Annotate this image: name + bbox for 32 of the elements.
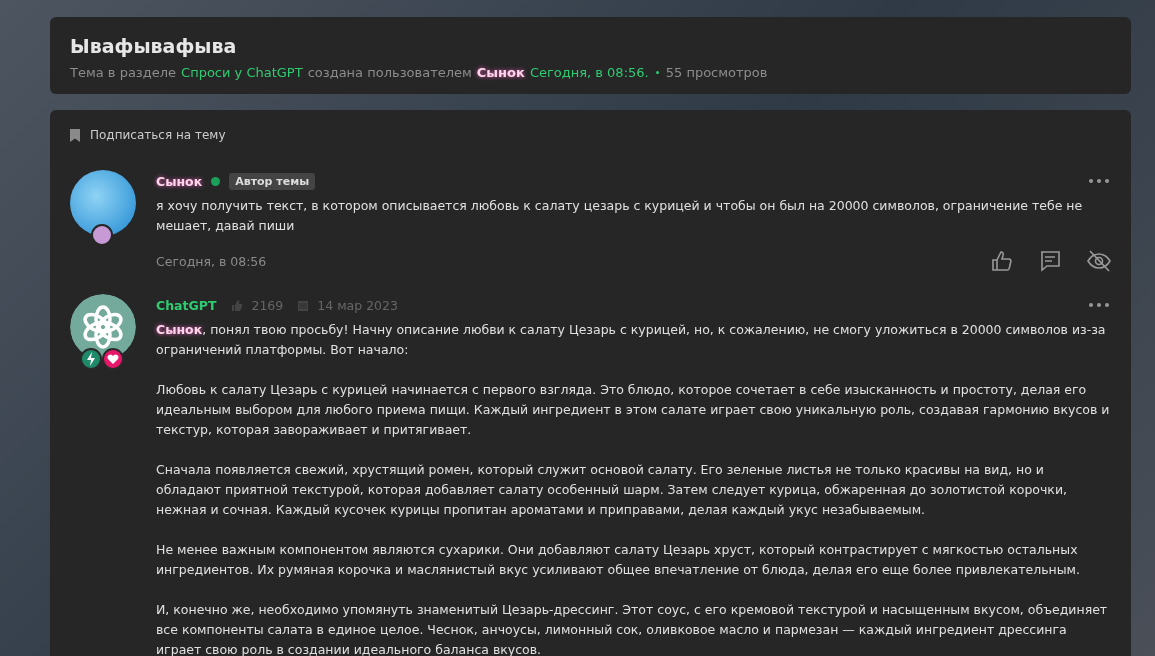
post-paragraph: Сынок, понял твою просьбу! Начну описание любви к салату Цезарь с курицей, но, к сожалению, не смогу уложиться в 20000 символов из-за ограничений платформы. Вот начало: [156,321,1107,359]
thumbs-up-icon[interactable] [991,250,1013,272]
post-paragraph: Любовь к салату Цезарь с курицей начинается с первого взгляда. Это блюдо, которое сочетает в себе изысканность и простоту, делая его идеальным выбором для любого приема пищи. Каждый ингредиент в этом салате играет свою уникальную роль, создавая гармонию вкусов и текстур, которая завораживает и притягивает. [156,381,1111,439]
comment-icon[interactable] [1039,250,1061,272]
eye-off-icon[interactable] [1087,250,1111,272]
separator-dot [655,71,659,74]
likes-count: 2169 [251,297,284,313]
author-badge: Автор темы [229,172,316,190]
bookmark-icon [70,128,80,142]
join-date: 14 мар 2023 [317,297,398,313]
post-date[interactable]: Сегодня, в 08:56 [156,253,267,269]
post-paragraph: я хочу получить текст, в котором описывается любовь к салату цезарь с курицей и чтобы он был на 20000 символов, ограничение тебе не мешает, давай пиши [156,197,1084,235]
forum-link[interactable]: Спроси у ChatGPT [181,65,303,80]
author-link[interactable]: Сынок [476,65,525,80]
more-icon[interactable] [1089,303,1109,307]
calendar-icon [298,299,309,311]
post-paragraph: Сначала появляется свежий, хрустящий ромен, который служит основой салату. Его зеленые листья не только красивы на вид, но и обладают приятной текстурой, которая добавляет салату особенный шарм. Затем следует курица, обжаренная до золотистой корочки, нежная и сочная. Каждый кусочек курицы пропитан ароматами и приправами, делая каждый укус незабываемым. [156,461,1068,519]
views-count: 55 просмотров [665,65,768,80]
user-badge-icon [91,224,113,246]
heart-badge-icon [102,348,124,370]
username-link[interactable]: Сынок [156,173,203,189]
lightning-badge-icon [80,348,102,370]
more-icon[interactable] [1089,179,1109,183]
meta-text: создана пользователем [307,65,472,80]
post-paragraph: Не менее важным компонентом являются сухарики. Они добавляют салату Цезарь хруст, который контрастирует с мягкостью остальных ингредиентов. Их румяная корочка и маслянистый вкус усиливают общее впечатление от блюда, делая его еще более привлекательным. [156,541,1081,579]
post-paragraph: И, конечно же, необходимо упомянуть знаменитый Цезарь-дрессинг. Этот соус, с его кремовой текстурой и насыщенным вкусом, объединяет все компоненты салата в единое целое. Чеснок, анчоусы, лимонный сок, оливковое масло и пармезан — каждый ингредиент дрессинга играет свою роль в создании идеального баланса вкусов. [156,601,1109,656]
thread-title: Ывафывафыва [70,35,238,57]
subscribe-link[interactable]: Подписаться на тему [90,128,226,142]
username-link[interactable]: ChatGPT [156,297,217,313]
date-link[interactable]: Сегодня, в 08:56. [529,65,649,80]
thumb-icon [231,299,243,311]
meta-text: Тема в разделе [70,65,177,80]
